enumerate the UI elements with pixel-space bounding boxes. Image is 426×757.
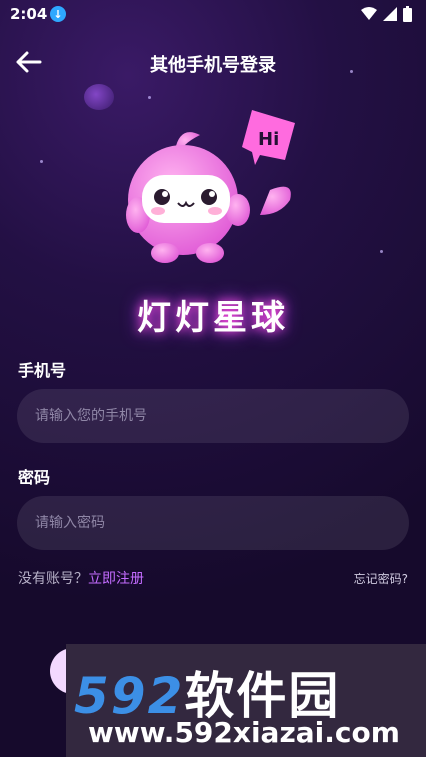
planet-decoration	[84, 84, 114, 110]
status-time: 2:04	[10, 5, 48, 23]
brand-logo: 灯灯星球	[137, 298, 289, 338]
register-link[interactable]: 立即注册	[88, 571, 144, 587]
password-input[interactable]	[17, 496, 409, 550]
wifi-icon	[361, 7, 377, 20]
phone-field[interactable]	[17, 389, 409, 443]
no-account-text: 没有账号？	[18, 571, 88, 587]
watermark-url: www.592xiazai.com	[88, 716, 400, 749]
download-icon: ↓	[50, 6, 66, 22]
battery-icon	[403, 6, 412, 22]
star-decoration	[40, 160, 43, 163]
phone-input[interactable]	[17, 389, 409, 443]
phone-label: 手机号	[18, 361, 67, 380]
signal-icon	[383, 7, 397, 21]
star-decoration	[350, 70, 353, 73]
top-bar: 其他手机号登录	[0, 40, 426, 84]
links-row: 没有账号？立即注册 忘记密码?	[18, 568, 408, 588]
system-icons	[361, 6, 412, 22]
status-bar: 2:04 ↓	[0, 0, 426, 28]
mascot-illustration: Hi	[126, 110, 295, 263]
hi-bubble-icon: Hi	[242, 110, 295, 165]
watermark-banner: 592软件园 www.592xiazai.com	[66, 644, 426, 757]
page-title: 其他手机号登录	[150, 55, 276, 76]
star-decoration	[380, 250, 383, 253]
star-decoration	[148, 96, 151, 99]
password-label: 密码	[18, 468, 51, 487]
forgot-password-link[interactable]: 忘记密码?	[354, 570, 408, 587]
bubble-text: Hi	[258, 129, 279, 150]
password-field[interactable]	[17, 496, 409, 550]
